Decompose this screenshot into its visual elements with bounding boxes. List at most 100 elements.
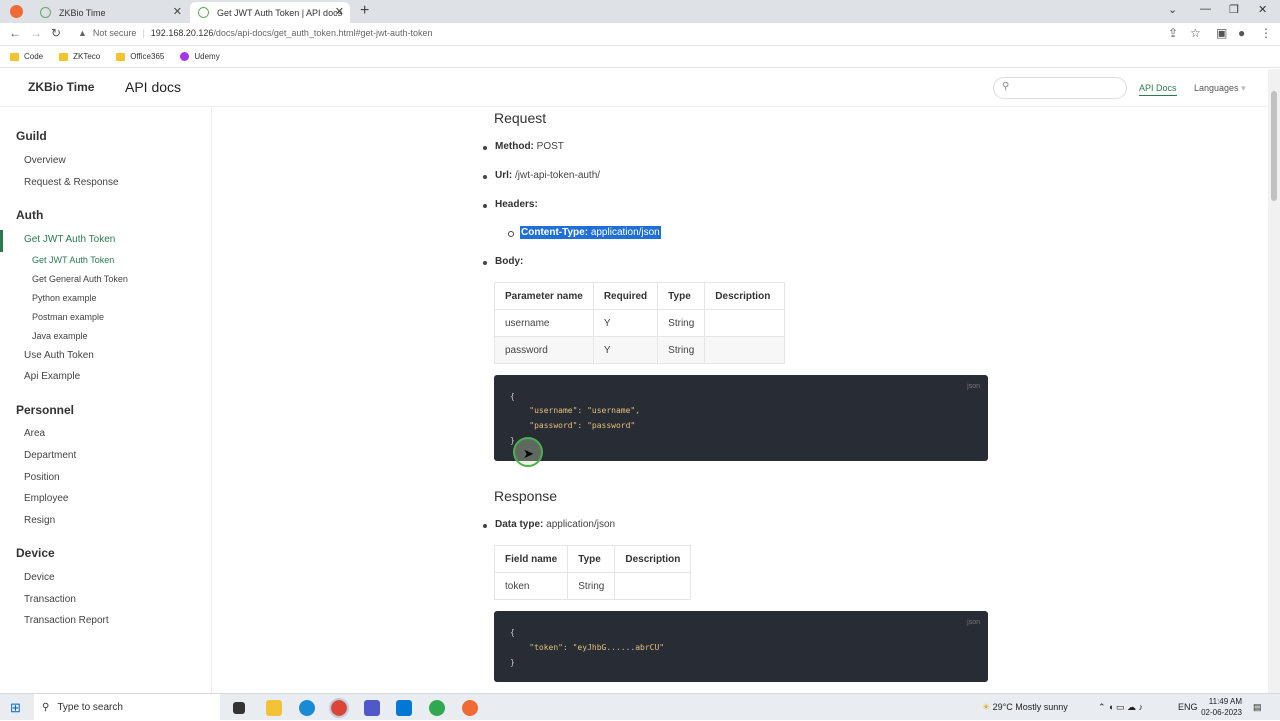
sidebar-item-transaction[interactable]: Transaction: [24, 594, 76, 605]
sidebar-item-area[interactable]: Area: [24, 428, 45, 439]
header-key: Content-Type:: [521, 227, 589, 238]
headers-item: Headers:: [483, 199, 538, 210]
sidebar-sub-java-example[interactable]: Java example: [32, 331, 88, 341]
column-header: Description: [704, 282, 786, 310]
bookmark-label: ZKTeco: [73, 52, 101, 61]
tray-icons[interactable]: ⌃ ◖ ▭ ☁ ♪: [1098, 702, 1143, 713]
scrollbar[interactable]: [1268, 69, 1280, 693]
profile-icon[interactable]: ●: [1238, 26, 1245, 40]
folder-icon: [116, 52, 126, 61]
active-indicator: [0, 230, 3, 252]
taskbar-search-input[interactable]: ⚲ Type to search: [34, 694, 220, 721]
edge-icon[interactable]: [299, 700, 315, 716]
tab-search-icon[interactable]: ⌄: [1168, 3, 1177, 16]
windows-start-icon[interactable]: ⊞: [10, 700, 21, 716]
caret-down-icon: ▾: [1241, 83, 1246, 93]
sidebar-sub-get-jwt-auth-token[interactable]: Get JWT Auth Token: [32, 255, 114, 265]
tab-title: Get JWT Auth Token | API docs: [217, 7, 343, 18]
sidebar-sub-postman-example[interactable]: Postman example: [32, 312, 104, 322]
close-icon[interactable]: ✕: [173, 5, 182, 18]
menu-icon[interactable]: ⋮: [1260, 26, 1272, 40]
table-cell: String: [657, 336, 706, 364]
tab-zkbio-time[interactable]: ZKBio Time ✕: [32, 2, 188, 23]
new-tab-button[interactable]: +: [360, 2, 369, 20]
share-icon[interactable]: ⇪: [1168, 26, 1178, 40]
bookmark-label: Code: [24, 52, 44, 61]
data-type-value: application/json: [546, 519, 616, 530]
sun-icon: ☀: [982, 702, 991, 712]
table-cell: [614, 572, 692, 600]
bookmark-zkteco[interactable]: ZKTeco: [59, 52, 100, 61]
response-code-block[interactable]: json { "token": "eyJhbG......abrCU" }: [494, 611, 988, 682]
sidebar-heading-personnel: Personnel: [16, 403, 75, 417]
code-lang-label: json: [967, 383, 980, 390]
vscode-icon[interactable]: [396, 700, 412, 716]
scrollbar-thumb[interactable]: [1271, 91, 1277, 201]
sidebar-item-get-jwt-auth-token[interactable]: Get JWT Auth Token: [24, 234, 115, 245]
bookmark-code[interactable]: Code: [10, 52, 43, 61]
bookmark-udemy[interactable]: Udemy: [180, 52, 220, 62]
column-header: Field name: [493, 545, 569, 573]
file-explorer-icon[interactable]: [266, 700, 282, 716]
folder-icon: [59, 52, 69, 61]
body-item: Body:: [482, 256, 524, 267]
pinned-tab-icon[interactable]: [10, 5, 23, 18]
sidebar-item-resign[interactable]: Resign: [24, 515, 55, 526]
app-green-icon[interactable]: [429, 700, 445, 716]
code-line: {: [510, 392, 515, 401]
favicon-icon: [40, 7, 51, 18]
tab-api-docs[interactable]: Get JWT Auth Token | API docs ✕: [190, 2, 350, 23]
divider: |: [142, 28, 145, 38]
restore-icon[interactable]: ❐: [1229, 3, 1239, 16]
body-label: Body:: [495, 256, 524, 267]
nav-languages[interactable]: Languages ▾: [1194, 83, 1246, 94]
nav-api-docs[interactable]: API Docs: [1139, 83, 1177, 96]
sidebar-item-employee[interactable]: Employee: [24, 493, 68, 504]
table-cell: [704, 336, 786, 364]
docs-title[interactable]: API docs: [125, 79, 181, 95]
forward-icon[interactable]: →: [30, 26, 42, 40]
close-icon[interactable]: ✕: [335, 5, 344, 18]
weather-widget[interactable]: ☀ 29°C Mostly sunny: [982, 702, 1068, 713]
task-view-icon[interactable]: [233, 702, 245, 714]
sidebar-item-use-auth-token[interactable]: Use Auth Token: [24, 350, 94, 361]
tab-title: ZKBio Time: [59, 7, 106, 18]
table-cell: String: [657, 309, 706, 337]
sidepanel-icon[interactable]: ▣: [1216, 26, 1227, 40]
clock[interactable]: 11:49 AM 02-06-2023: [1200, 696, 1242, 718]
notification-icon[interactable]: ▤: [1253, 702, 1262, 713]
sidebar-item-transaction-report[interactable]: Transaction Report: [24, 615, 109, 626]
sidebar-item-device[interactable]: Device: [24, 572, 55, 583]
star-icon[interactable]: ☆: [1190, 26, 1201, 40]
minimize-icon[interactable]: —: [1200, 3, 1211, 15]
taskbar-search-placeholder: Type to search: [57, 702, 123, 713]
column-header: Type: [657, 282, 706, 310]
table-header-row: Field name Type Description: [493, 545, 692, 573]
warning-icon: ▲: [78, 28, 87, 38]
sidebar-heading-guild: Guild: [16, 129, 47, 143]
sidebar-heading-device: Device: [16, 546, 55, 560]
postman-icon[interactable]: [462, 700, 478, 716]
brand-logo[interactable]: ZKBio Time: [28, 80, 94, 94]
teams-icon[interactable]: [364, 700, 380, 716]
language-indicator[interactable]: ENG: [1178, 702, 1198, 712]
sidebar-item-position[interactable]: Position: [24, 472, 60, 483]
sidebar-item-request-response[interactable]: Request & Response: [24, 177, 119, 188]
back-icon[interactable]: ←: [9, 26, 21, 40]
clock-time: 11:49 AM: [1208, 697, 1242, 706]
chrome-icon[interactable]: [329, 698, 349, 718]
request-code-block[interactable]: json { "username": "username", "password…: [494, 375, 988, 461]
sidebar-item-overview[interactable]: Overview: [24, 155, 66, 166]
bookmark-office365[interactable]: Office365: [116, 52, 164, 61]
sidebar-sub-python-example[interactable]: Python example: [32, 293, 97, 303]
sidebar-sub-get-general-auth-token[interactable]: Get General Auth Token: [32, 274, 128, 284]
address-bar: ← → ↻ ▲ Not secure | 192.168.20.126/docs…: [0, 23, 1280, 46]
url-field[interactable]: ▲ Not secure | 192.168.20.126/docs/api-d…: [78, 28, 433, 38]
window-close-icon[interactable]: ✕: [1258, 3, 1267, 16]
table-cell: [704, 309, 786, 337]
sidebar-item-department[interactable]: Department: [24, 450, 76, 461]
search-input[interactable]: ⚲: [993, 77, 1127, 99]
search-icon: ⚲: [42, 702, 50, 713]
sidebar-item-api-example[interactable]: Api Example: [24, 371, 80, 382]
reload-icon[interactable]: ↻: [51, 26, 61, 40]
